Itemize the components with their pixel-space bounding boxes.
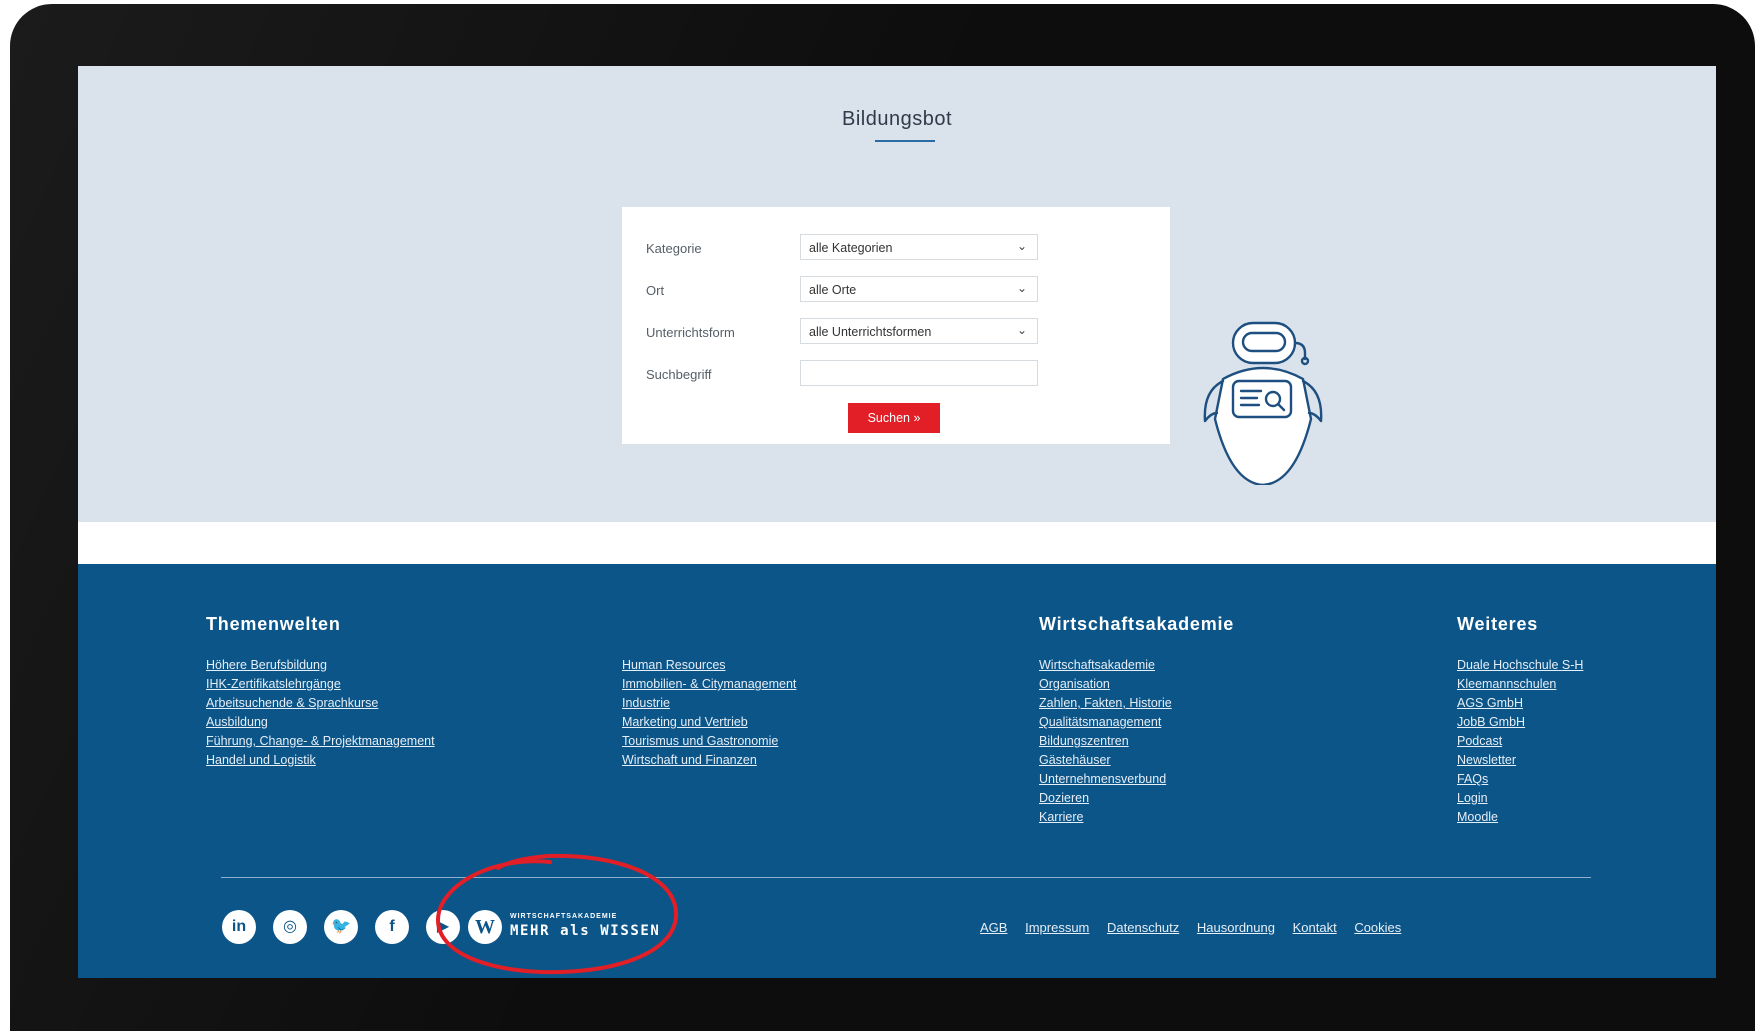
mode-select[interactable]: alle Unterrichtsformen ⌄ (800, 318, 1038, 344)
logo-wordmark: WIRTSCHAFTSAKADEMIE (510, 913, 618, 920)
footer-link[interactable]: Immobilien- & Citymanagement (622, 675, 796, 694)
legal-link-kontakt[interactable]: Kontakt (1293, 920, 1337, 935)
instagram-icon[interactable]: ◎ (273, 910, 307, 944)
search-row: Suchbegriff (646, 360, 1170, 388)
category-select[interactable]: alle Kategorien ⌄ (800, 234, 1038, 260)
search-button[interactable]: Suchen » (848, 403, 940, 433)
chevron-down-icon: ⌄ (1016, 281, 1027, 295)
legal-link-hausordnung[interactable]: Hausordnung (1197, 920, 1275, 935)
facebook-icon[interactable]: f (375, 910, 409, 944)
footer-link[interactable]: Wirtschaft und Finanzen (622, 751, 796, 770)
footer-heading: Weiteres (1457, 614, 1539, 634)
footer-link[interactable]: Podcast (1457, 732, 1583, 751)
footer-link[interactable]: Bildungszentren (1039, 732, 1234, 751)
footer-link[interactable]: Wirtschaftsakademie (1039, 656, 1234, 675)
footer-link[interactable]: Industrie (622, 694, 796, 713)
footer-link[interactable]: Gästehäuser (1039, 751, 1234, 770)
legal-link-impressum[interactable]: Impressum (1025, 920, 1089, 935)
footer-link[interactable]: Login (1457, 789, 1583, 808)
footer-link[interactable]: Qualitätsmanagement (1039, 713, 1234, 732)
footer-link[interactable]: Marketing und Vertrieb (622, 713, 796, 732)
footer-column-themenwelten: Themenwelten Höhere Berufsbildung IHK-Ze… (206, 614, 435, 770)
footer-link[interactable]: Arbeitsuchende & Sprachkurse (206, 694, 435, 713)
location-row: Ort alle Orte ⌄ (646, 276, 1170, 304)
mode-value: alle Unterrichtsformen (809, 325, 932, 339)
footer-link[interactable]: Führung, Change- & Projektmanagement (206, 732, 435, 751)
footer-link[interactable]: Tourismus und Gastronomie (622, 732, 796, 751)
mode-row: Unterrichtsform alle Unterrichtsformen ⌄ (646, 318, 1170, 346)
search-input[interactable] (800, 360, 1038, 386)
legal-links: AGB Impressum Datenschutz Hausordnung Ko… (980, 920, 1415, 935)
content-spacer (78, 522, 1716, 564)
linkedin-icon[interactable]: in (222, 910, 256, 944)
footer-link[interactable]: Karriere (1039, 808, 1234, 827)
category-label: Kategorie (646, 241, 702, 256)
footer-link[interactable]: AGS GmbH (1457, 694, 1583, 713)
footer-column-wirtschaftsakademie: Wirtschaftsakademie Wirtschaftsakademie … (1039, 614, 1234, 827)
category-value: alle Kategorien (809, 241, 893, 255)
location-select[interactable]: alle Orte ⌄ (800, 276, 1038, 302)
footer-column-weiteres: Weiteres Duale Hochschule S-H Kleemannsc… (1457, 614, 1583, 827)
footer-heading: Wirtschaftsakademie (1039, 614, 1235, 634)
site-footer: Themenwelten Höhere Berufsbildung IHK-Ze… (78, 564, 1716, 978)
website-viewport: Bildungsbot Kategorie alle Kategorien ⌄ … (78, 66, 1716, 978)
footer-heading: Themenwelten (206, 614, 341, 634)
footer-link[interactable]: Ausbildung (206, 713, 435, 732)
footer-link[interactable]: IHK-Zertifikatslehrgänge (206, 675, 435, 694)
footer-link[interactable]: Zahlen, Fakten, Historie (1039, 694, 1234, 713)
footer-link[interactable]: Newsletter (1457, 751, 1583, 770)
title-underline (875, 140, 935, 142)
legal-link-cookies[interactable]: Cookies (1354, 920, 1401, 935)
twitter-icon[interactable]: 🐦 (324, 910, 358, 944)
footer-link[interactable]: Kleemannschulen (1457, 675, 1583, 694)
footer-link[interactable]: Organisation (1039, 675, 1234, 694)
laptop-frame: Bildungsbot Kategorie alle Kategorien ⌄ … (10, 4, 1755, 1031)
footer-link[interactable]: JobB GmbH (1457, 713, 1583, 732)
footer-link[interactable]: Höhere Berufsbildung (206, 656, 435, 675)
chevron-down-icon: ⌄ (1016, 323, 1027, 337)
footer-column-themenwelten-2: Human Resources Immobilien- & Citymanage… (622, 614, 796, 770)
footer-link[interactable]: Duale Hochschule S-H (1457, 656, 1583, 675)
mode-label: Unterrichtsform (646, 325, 735, 340)
robot-icon (1203, 321, 1323, 485)
page-title: Bildungsbot (841, 108, 953, 130)
legal-link-agb[interactable]: AGB (980, 920, 1007, 935)
footer-divider (221, 877, 1591, 878)
wirtschaftsakademie-logo-mark[interactable]: W (468, 910, 502, 944)
footer-link[interactable]: Unternehmensverbund (1039, 770, 1234, 789)
category-row: Kategorie alle Kategorien ⌄ (646, 234, 1170, 262)
footer-link[interactable]: FAQs (1457, 770, 1583, 789)
search-form-card: Kategorie alle Kategorien ⌄ Ort alle Ort… (622, 207, 1170, 444)
footer-link[interactable]: Human Resources (622, 656, 796, 675)
search-label: Suchbegriff (646, 367, 712, 382)
location-value: alle Orte (809, 283, 857, 297)
chevron-down-icon: ⌄ (1016, 239, 1027, 253)
location-label: Ort (646, 283, 665, 298)
footer-link[interactable]: Moodle (1457, 808, 1583, 827)
logo-tagline: MEHR als WISSEN (510, 923, 661, 939)
footer-link[interactable]: Dozieren (1039, 789, 1234, 808)
footer-link[interactable]: Handel und Logistik (206, 751, 435, 770)
footer-heading (622, 614, 796, 636)
legal-link-datenschutz[interactable]: Datenschutz (1107, 920, 1179, 935)
youtube-icon[interactable]: ▶ (426, 910, 460, 944)
